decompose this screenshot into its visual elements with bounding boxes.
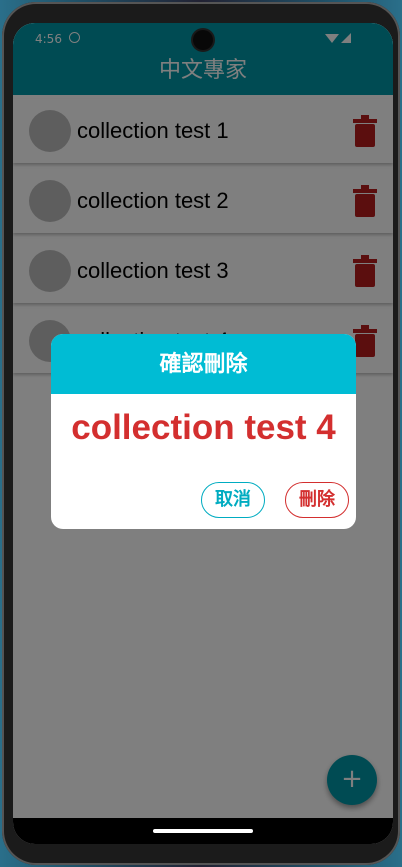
home-gesture-handle[interactable] bbox=[153, 829, 253, 833]
confirm-delete-dialog: 確認刪除 collection test 4 取消 刪除 bbox=[51, 334, 356, 529]
app-screen: 4:56 中文專家 collection test 1 collection bbox=[13, 23, 393, 844]
phone-frame: 4:56 中文專家 collection test 1 collection bbox=[2, 2, 400, 865]
dialog-title: 確認刪除 bbox=[51, 334, 356, 394]
dialog-message: collection test 4 bbox=[71, 408, 336, 447]
navigation-bar bbox=[13, 818, 393, 844]
delete-button[interactable]: 刪除 bbox=[285, 482, 349, 518]
cancel-button[interactable]: 取消 bbox=[201, 482, 265, 518]
